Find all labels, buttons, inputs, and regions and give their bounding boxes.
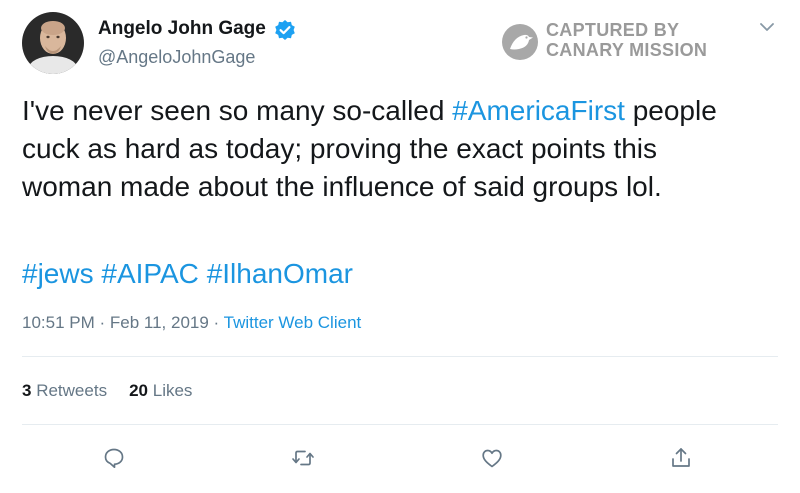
verified-badge-icon <box>274 19 296 41</box>
meta-separator: · <box>208 313 224 332</box>
tweet-text-line-3: woman made about the influence of said g… <box>22 171 662 202</box>
likes-count: 20 <box>129 381 148 400</box>
profile-photo-icon <box>22 12 84 74</box>
tweet-time[interactable]: 10:51 PM <box>22 313 95 332</box>
divider <box>22 356 778 357</box>
hashtag-list: #jews #AIPAC #IlhanOmar <box>22 255 353 293</box>
display-name[interactable]: Angelo John Gage <box>98 18 266 40</box>
avatar[interactable] <box>22 12 84 74</box>
reply-icon <box>104 448 124 469</box>
tweet-text-segment: I've never seen so many so-called <box>22 95 453 126</box>
hashtag-americafirst[interactable]: #AmericaFirst <box>452 95 625 126</box>
retweet-button[interactable] <box>285 440 321 476</box>
hashtag-ilhanomar[interactable]: #IlhanOmar <box>207 258 353 289</box>
likes-label: Likes <box>152 381 193 400</box>
retweets-stat[interactable]: 3 Retweets <box>22 381 107 400</box>
share-button[interactable] <box>663 440 699 476</box>
divider <box>22 424 778 425</box>
chevron-down-icon[interactable] <box>758 20 776 34</box>
watermark-line-1: CAPTURED BY <box>546 20 680 40</box>
tweet-text-segment: people <box>624 95 717 126</box>
hashtag-aipac[interactable]: #AIPAC <box>101 258 199 289</box>
tweet-date[interactable]: Feb 11, 2019 <box>110 313 209 332</box>
tweet-client-link[interactable]: Twitter Web Client <box>224 313 362 332</box>
like-button[interactable] <box>474 440 510 476</box>
hashtag-jews[interactable]: #jews <box>22 258 94 289</box>
share-icon <box>672 448 690 467</box>
likes-stat[interactable]: 20 Likes <box>129 381 192 400</box>
tweet-card: Angelo John Gage @AngeloJohnGage CAPTURE… <box>0 0 800 493</box>
meta-separator: · <box>94 313 110 332</box>
retweet-icon <box>292 450 314 466</box>
tweet-text-line-1: I've never seen so many so-called #Ameri… <box>22 92 792 130</box>
tweet-text-line-2: cuck as hard as today; proving the exact… <box>22 133 658 164</box>
tweet-metadata: 10:51 PM · Feb 11, 2019 · Twitter Web Cl… <box>22 313 361 333</box>
watermark-line-2: CANARY MISSION <box>546 40 708 60</box>
user-handle[interactable]: @AngeloJohnGage <box>98 47 255 68</box>
tweet-text: I've never seen so many so-called #Ameri… <box>22 92 792 206</box>
canary-bird-logo-icon <box>502 24 538 60</box>
watermark: CAPTURED BY CANARY MISSION <box>500 18 730 64</box>
engagement-stats: 3 Retweets 20 Likes <box>22 381 192 401</box>
retweets-label: Retweets <box>36 381 108 400</box>
retweets-count: 3 <box>22 381 32 400</box>
like-icon <box>482 449 502 468</box>
reply-button[interactable] <box>96 440 132 476</box>
action-bar <box>0 440 800 476</box>
